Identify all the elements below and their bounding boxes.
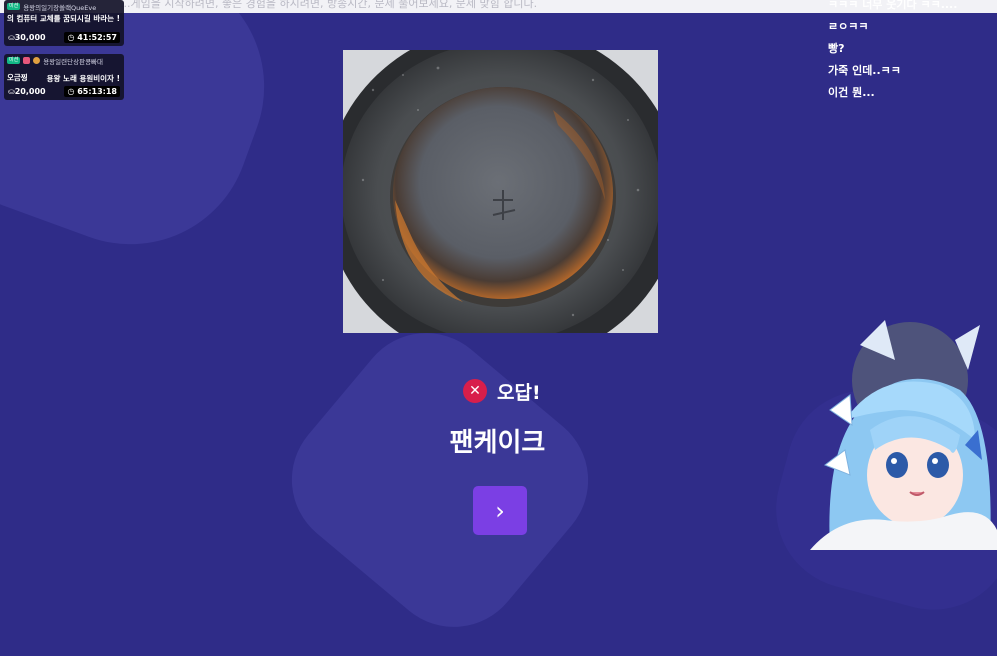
mission-title: 용왕 노래 용원비이자 ! — [46, 74, 120, 83]
mission-amount: ⛀30,000 — [8, 33, 46, 42]
chat-message: 빵? — [828, 42, 845, 55]
mission-timer-value: 41:52:57 — [77, 33, 117, 42]
chat-message: 가죽 인데..ㅋㅋ — [828, 64, 901, 77]
mission-badge: 미션 — [7, 3, 21, 10]
chat-message: ㄹㅇㅋㅋ — [828, 20, 869, 33]
quiz-image — [343, 50, 658, 333]
chat-message: ㅋㅋㅋ 너무 웃기다 ㅋㅋ.... — [828, 0, 958, 11]
mission-amount-value: 30,000 — [14, 33, 46, 42]
chat-message: 이건 뭔... — [828, 86, 875, 99]
mission-title: 오금찡 — [7, 73, 28, 82]
mission-timer: ◷ 41:52:57 — [64, 32, 120, 43]
background-shape — [263, 304, 617, 656]
next-button[interactable]: › — [473, 486, 527, 535]
mission-card: 미션 용왕일련단상판콩빠대 오금찡 용왕 노래 용원비이자 ! ⛀20,000 … — [4, 54, 124, 100]
answer-text: 팬케이크 — [449, 428, 546, 458]
burnt-pan-image — [343, 50, 658, 333]
vtuber-character-image — [810, 320, 997, 550]
mission-sender: 용왕의일기장쓸랙QueEve — [23, 3, 97, 12]
streamer-avatar — [790, 300, 997, 550]
avatar-icon — [33, 57, 41, 64]
answer-result: ✕ 오답! — [463, 378, 541, 404]
chevron-right-icon: › — [495, 496, 505, 525]
mission-amount: ⛀20,000 — [8, 87, 46, 96]
result-label: 오답! — [497, 381, 541, 404]
mission-sender: 용왕일련단상판콩빠대 — [43, 57, 104, 66]
ribbon-icon — [23, 57, 31, 64]
mission-title: 의 컴퓨터 교체를 꿈되시길 바라는 ! — [7, 14, 121, 23]
mission-timer: ◷ 65:13:18 — [64, 86, 120, 97]
top-info-text: ...게임을 시작하려면, 좋은 경험을 하시려면, 방송시간, 문제 풀어보세… — [120, 0, 538, 10]
wrong-x-icon: ✕ — [463, 379, 487, 403]
mission-card: 미션 용왕의일기장쓸랙QueEve 의 컴퓨터 교체를 꿈되시길 바라는 ! ⛀… — [4, 0, 124, 46]
mission-amount-value: 20,000 — [14, 87, 46, 96]
chat-overlay: ㅋㅋㅋ 너무 웃기다 ㅋㅋ.... ㄹㅇㅋㅋ 빵? 가죽 인데..ㅋㅋ 이건 뭔… — [828, 0, 993, 104]
mission-timer-value: 65:13:18 — [77, 87, 117, 96]
mission-badge: 미션 — [7, 57, 21, 64]
